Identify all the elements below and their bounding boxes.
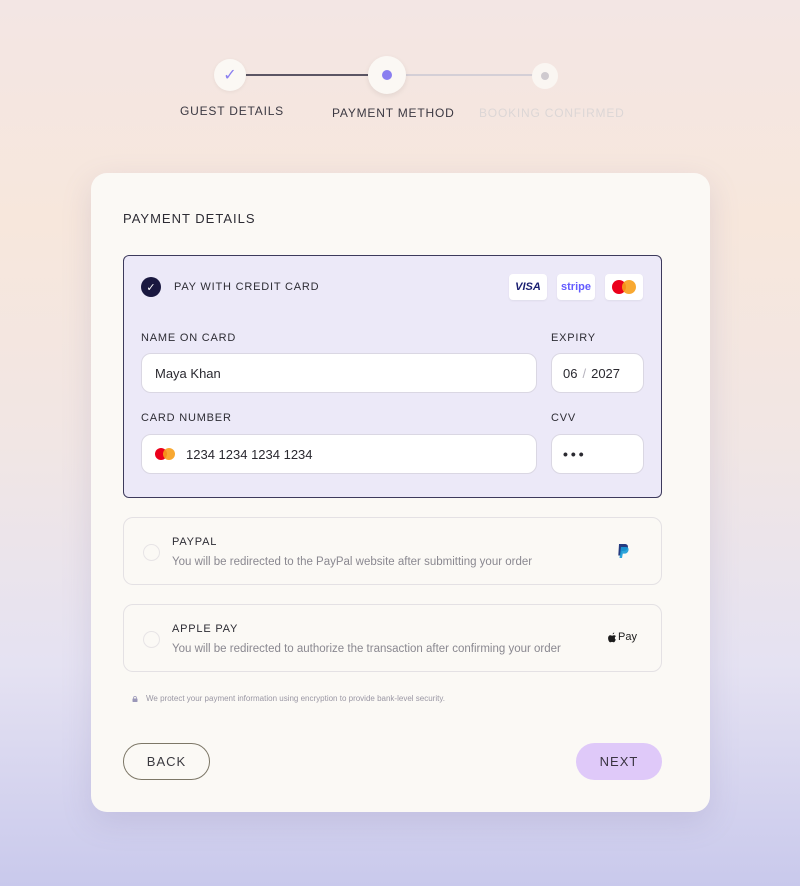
apple-pay-option-title: APPLE PAY (172, 623, 239, 635)
current-step-dot-icon (382, 70, 392, 80)
card-number-field[interactable]: 1234 1234 1234 1234 (141, 434, 537, 474)
visa-logo: VISA (509, 274, 547, 300)
cvv-value: ••• (563, 446, 587, 462)
lock-icon (132, 695, 138, 702)
step-label-booking-confirmed: BOOKING CONFIRMED (479, 106, 625, 120)
card-number-value: 1234 1234 1234 1234 (186, 446, 313, 462)
apple-pay-option-description: You will be redirected to authorize the … (172, 643, 561, 655)
apple-pay-option[interactable]: APPLE PAY You will be redirected to auth… (123, 604, 662, 672)
expiry-field[interactable]: 06 / 2027 (551, 353, 644, 393)
name-on-card-value: Maya Khan (155, 365, 221, 381)
step-connector-upcoming (405, 74, 535, 76)
step-label-payment-method: PAYMENT METHOD (332, 106, 455, 120)
payment-card: PAYMENT DETAILS ✓ PAY WITH CREDIT CARD V… (91, 173, 710, 812)
mastercard-icon (155, 448, 175, 460)
credit-card-option-title: PAY WITH CREDIT CARD (174, 281, 320, 293)
step-booking-confirmed-node (532, 63, 558, 89)
upcoming-step-dot-icon (541, 72, 549, 80)
mastercard-logo (605, 274, 643, 300)
step-connector-completed (243, 74, 368, 76)
checkmark-icon: ✓ (223, 67, 237, 84)
name-on-card-label: NAME ON CARD (141, 332, 237, 344)
security-note-text: We protect your payment information usin… (146, 694, 445, 703)
step-payment-method-node (368, 56, 406, 94)
page-title: PAYMENT DETAILS (123, 211, 256, 226)
cvv-label: CVV (551, 412, 577, 424)
paypal-radio[interactable] (143, 544, 160, 561)
step-label-guest-details[interactable]: GUEST DETAILS (180, 104, 284, 118)
step-guest-details-node[interactable]: ✓ (214, 59, 246, 91)
expiry-label: EXPIRY (551, 332, 596, 344)
back-button[interactable]: BACK (123, 743, 210, 780)
apple-icon (608, 632, 617, 642)
paypal-option-description: You will be redirected to the PayPal web… (172, 556, 533, 568)
progress-stepper: ✓ GUEST DETAILS PAYMENT METHOD BOOKING C… (0, 56, 800, 126)
apple-pay-logo: Pay (608, 631, 637, 643)
paypal-option[interactable]: PAYPAL You will be redirected to the Pay… (123, 517, 662, 585)
apple-pay-logo-text: Pay (618, 631, 637, 643)
name-on-card-field[interactable]: Maya Khan (141, 353, 537, 393)
paypal-icon (618, 544, 629, 558)
mastercard-icon (612, 280, 636, 294)
cvv-field[interactable]: ••• (551, 434, 644, 474)
expiry-year-value: 2027 (591, 365, 621, 381)
credit-card-option[interactable]: ✓ PAY WITH CREDIT CARD VISA stripe NAME … (123, 255, 662, 498)
next-button[interactable]: NEXT (576, 743, 662, 780)
paypal-option-title: PAYPAL (172, 536, 218, 548)
stripe-logo: stripe (557, 274, 595, 300)
security-note: We protect your payment information usin… (132, 694, 445, 703)
apple-pay-radio[interactable] (143, 631, 160, 648)
expiry-separator: / (582, 365, 587, 381)
expiry-month-value: 06 (563, 365, 578, 381)
card-number-label: CARD NUMBER (141, 412, 232, 424)
selected-check-icon[interactable]: ✓ (141, 277, 161, 297)
